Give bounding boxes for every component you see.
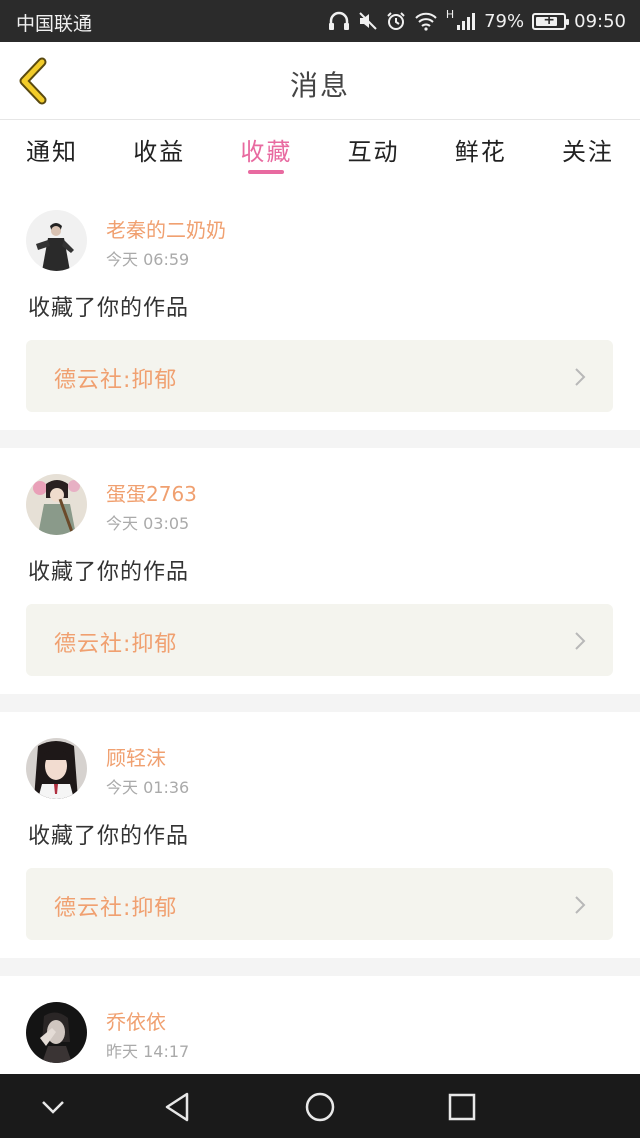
chevron-right-icon <box>575 368 586 386</box>
user-name[interactable]: 乔依依 <box>106 1006 166 1035</box>
network-type-label: H <box>445 8 455 21</box>
work-link[interactable]: 德云社:抑郁 <box>26 868 613 940</box>
tab-follows[interactable]: 关注 <box>562 120 614 184</box>
nav-back-button[interactable] <box>157 1090 197 1124</box>
message-list: 老秦的二奶奶 今天 06:59 收藏了你的作品 德云社:抑郁 蛋蛋2763 今天… <box>0 184 640 1136</box>
list-item: 顾轻沫 今天 01:36 收藏了你的作品 德云社:抑郁 <box>0 712 640 958</box>
carrier-label: 中国联通 <box>16 13 93 35</box>
back-triangle-icon <box>165 1092 189 1122</box>
divider <box>0 694 640 712</box>
home-circle-icon <box>305 1092 335 1122</box>
page-title: 消息 <box>289 69 350 102</box>
timestamp: 今天 01:36 <box>106 778 190 797</box>
battery-icon: + <box>532 12 570 30</box>
timestamp: 昨天 14:17 <box>106 1042 190 1061</box>
work-title: 德云社:抑郁 <box>54 632 178 657</box>
work-link[interactable]: 德云社:抑郁 <box>26 340 613 412</box>
recent-square-icon <box>448 1093 476 1121</box>
wifi-icon <box>415 12 437 31</box>
work-title: 德云社:抑郁 <box>54 896 178 921</box>
action-text: 收藏了你的作品 <box>28 296 190 321</box>
nav-home-button[interactable] <box>300 1090 340 1124</box>
avatar[interactable] <box>26 1002 87 1063</box>
tab-interactions[interactable]: 互动 <box>348 120 400 184</box>
clock: 09:50 <box>574 10 626 32</box>
tab-bar: 通知 收益 收藏 互动 鲜花 关注 <box>0 120 640 184</box>
alarm-icon <box>387 12 405 30</box>
user-name[interactable]: 老秦的二奶奶 <box>106 214 226 243</box>
chevron-right-icon <box>575 632 586 650</box>
divider <box>0 958 640 976</box>
user-name[interactable]: 顾轻沫 <box>106 742 166 771</box>
list-item: 老秦的二奶奶 今天 06:59 收藏了你的作品 德云社:抑郁 <box>0 184 640 430</box>
avatar[interactable] <box>26 210 87 271</box>
header: 消息 <box>0 42 640 120</box>
nav-recents-button[interactable] <box>442 1090 482 1124</box>
user-name[interactable]: 蛋蛋2763 <box>106 478 197 507</box>
tab-earnings[interactable]: 收益 <box>133 120 185 184</box>
avatar[interactable] <box>26 474 87 535</box>
system-nav-bar <box>0 1074 640 1138</box>
avatar[interactable] <box>26 738 87 799</box>
timestamp: 今天 06:59 <box>106 250 190 269</box>
tab-notifications[interactable]: 通知 <box>26 120 78 184</box>
status-bar: 中国联通 H 79% + 09:50 <box>0 0 640 42</box>
action-text: 收藏了你的作品 <box>28 824 190 849</box>
headphones-icon <box>328 11 349 30</box>
list-item: 蛋蛋2763 今天 03:05 收藏了你的作品 德云社:抑郁 <box>0 448 640 694</box>
hide-nav-button[interactable] <box>33 1090 73 1124</box>
status-icons: H 79% + 09:50 <box>328 6 626 36</box>
tab-favorites[interactable]: 收藏 <box>240 120 292 184</box>
timestamp: 今天 03:05 <box>106 514 190 533</box>
tab-flowers[interactable]: 鲜花 <box>455 120 507 184</box>
divider <box>0 430 640 448</box>
work-title: 德云社:抑郁 <box>54 368 178 393</box>
battery-percent: 79% <box>484 10 525 32</box>
signal-icon <box>457 13 476 30</box>
work-link[interactable]: 德云社:抑郁 <box>26 604 613 676</box>
chevron-down-icon <box>42 1101 64 1114</box>
chevron-right-icon <box>575 896 586 914</box>
mute-icon <box>359 12 377 30</box>
action-text: 收藏了你的作品 <box>28 560 190 585</box>
